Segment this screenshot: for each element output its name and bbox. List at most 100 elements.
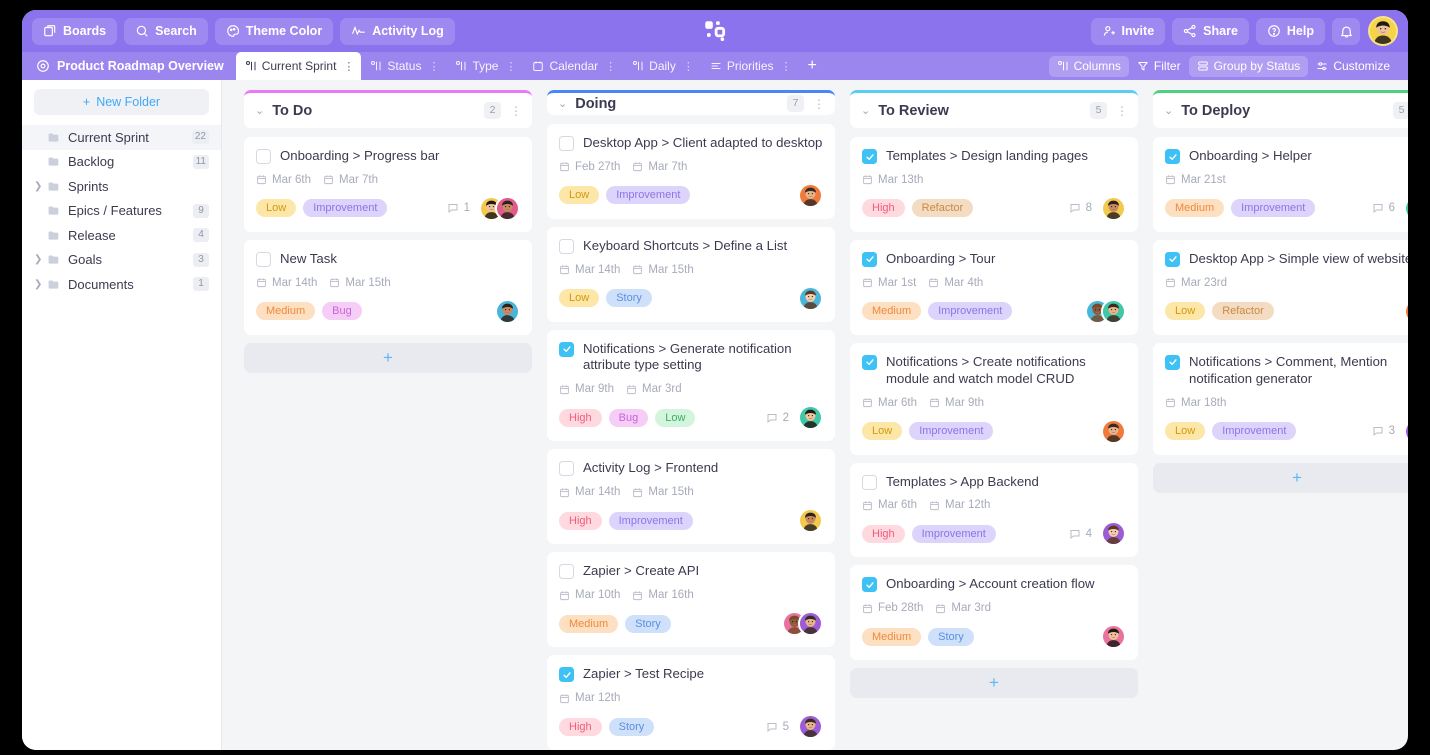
topbar-search-button[interactable]: Search: [124, 17, 208, 45]
task-tag[interactable]: Low: [559, 186, 600, 205]
column-menu-icon[interactable]: ⋮: [1116, 105, 1128, 117]
task-card[interactable]: Activity Log > Frontend Mar 14th Mar 15th H…: [547, 449, 835, 545]
avatar[interactable]: [1101, 521, 1126, 547]
avatar[interactable]: [798, 182, 823, 208]
task-checkbox[interactable]: [862, 577, 877, 593]
sidebar-item-epics-features[interactable]: Epics / Features 9: [22, 199, 221, 224]
add-card-button[interactable]: +: [850, 668, 1138, 699]
task-checkbox[interactable]: [559, 667, 574, 683]
task-tag[interactable]: Low: [559, 289, 600, 308]
sidebar-item-documents[interactable]: ❯ Documents 1: [22, 272, 221, 297]
task-checkbox[interactable]: [1165, 251, 1180, 267]
task-tag[interactable]: High: [559, 511, 602, 530]
task-card[interactable]: Notifications > Comment, Mention notific…: [1153, 342, 1408, 455]
chevron-down-icon[interactable]: ⌄: [558, 97, 567, 110]
avatar[interactable]: [798, 508, 823, 534]
topbar-boards-button[interactable]: Boards: [32, 17, 118, 45]
tab-current-sprint[interactable]: Current Sprint ⋮: [235, 52, 362, 80]
task-tag[interactable]: Story: [625, 614, 671, 633]
task-tag[interactable]: Improvement: [303, 199, 388, 218]
task-tag[interactable]: Improvement: [928, 302, 1013, 321]
toolbar-group-by-status-button[interactable]: Group by Status: [1188, 55, 1309, 77]
task-checkbox[interactable]: [256, 149, 271, 164]
task-tag[interactable]: Medium: [1165, 199, 1225, 218]
task-tag[interactable]: Improvement: [608, 511, 693, 530]
task-tag[interactable]: Medium: [256, 302, 316, 321]
topbar-activity-log-button[interactable]: Activity Log: [340, 17, 455, 45]
avatar[interactable]: [495, 195, 520, 221]
task-card[interactable]: Notifications > Create notifications mod…: [850, 342, 1138, 455]
tab-daily[interactable]: Daily ⋮: [623, 52, 701, 80]
task-card[interactable]: Onboarding > Account creation flow Feb 28…: [850, 565, 1138, 661]
task-tag[interactable]: Bug: [322, 302, 362, 321]
task-card[interactable]: Notifications > Generate notification at…: [547, 329, 835, 442]
topbar-share-button[interactable]: Share: [1172, 17, 1249, 45]
column-menu-icon[interactable]: ⋮: [510, 105, 522, 117]
column-menu-icon[interactable]: ⋮: [813, 98, 825, 110]
task-tag[interactable]: Story: [606, 289, 652, 308]
task-checkbox[interactable]: [256, 251, 271, 267]
add-card-button[interactable]: +: [1153, 462, 1408, 493]
sidebar-item-backlog[interactable]: Backlog 11: [22, 150, 221, 175]
task-tag[interactable]: Improvement: [1212, 422, 1297, 441]
task-tag[interactable]: Refactor: [911, 199, 974, 218]
task-card[interactable]: Zapier > Test Recipe Mar 12th High Story 5: [547, 655, 835, 750]
toolbar-columns-button[interactable]: Columns: [1048, 55, 1129, 77]
tab-menu-icon[interactable]: ⋮: [343, 60, 354, 73]
task-card[interactable]: Onboarding > Tour Mar 1st Mar 4th Medium Imp…: [850, 239, 1138, 335]
tab-calendar[interactable]: Calendar ⋮: [523, 52, 623, 80]
task-tag[interactable]: Medium: [862, 302, 922, 321]
avatar[interactable]: [798, 611, 823, 637]
task-tag[interactable]: Story: [928, 627, 974, 646]
task-tag[interactable]: Medium: [862, 627, 922, 646]
avatar[interactable]: [798, 285, 823, 311]
notification-bell-icon[interactable]: [1332, 17, 1360, 45]
toolbar-filter-button[interactable]: Filter: [1129, 56, 1189, 77]
task-tag[interactable]: Improvement: [1231, 199, 1316, 218]
task-tag[interactable]: Improvement: [606, 186, 691, 205]
task-checkbox[interactable]: [862, 474, 877, 490]
task-card[interactable]: Onboarding > Progress bar Mar 6th Mar 7th L…: [244, 137, 532, 232]
avatar[interactable]: [1404, 195, 1408, 221]
task-card[interactable]: Desktop App > Simple view of website Mar …: [1153, 239, 1408, 335]
tab-menu-icon[interactable]: ⋮: [781, 60, 792, 73]
avatar[interactable]: [1101, 195, 1126, 221]
sidebar-item-goals[interactable]: ❯ Goals 3: [22, 248, 221, 273]
task-card[interactable]: Onboarding > Helper Mar 21st Medium Improve…: [1153, 137, 1408, 232]
task-tag[interactable]: High: [559, 717, 602, 736]
chevron-down-icon[interactable]: ⌄: [255, 104, 264, 117]
task-checkbox[interactable]: [862, 354, 877, 370]
sidebar-item-current-sprint[interactable]: Current Sprint 22: [22, 125, 221, 150]
avatar[interactable]: [495, 298, 520, 324]
task-card[interactable]: Desktop App > Client adapted to desktop F…: [547, 123, 835, 219]
avatar[interactable]: [798, 714, 823, 739]
task-tag[interactable]: Improvement: [911, 524, 996, 543]
task-checkbox[interactable]: [1165, 149, 1180, 164]
task-checkbox[interactable]: [862, 251, 877, 267]
chevron-right-icon[interactable]: ❯: [34, 181, 47, 192]
chevron-right-icon[interactable]: ❯: [34, 279, 47, 290]
task-checkbox[interactable]: [862, 149, 877, 164]
task-tag[interactable]: High: [862, 524, 905, 543]
avatar[interactable]: [1101, 624, 1126, 650]
task-tag[interactable]: Low: [655, 408, 696, 427]
tab-menu-icon[interactable]: ⋮: [505, 60, 516, 73]
avatar[interactable]: [1101, 418, 1126, 444]
task-checkbox[interactable]: [559, 238, 574, 254]
task-checkbox[interactable]: [559, 135, 574, 151]
task-tag[interactable]: Low: [862, 422, 903, 441]
task-tag[interactable]: Story: [608, 717, 655, 736]
task-checkbox[interactable]: [559, 461, 574, 477]
chevron-down-icon[interactable]: ⌄: [1164, 104, 1173, 117]
toolbar-customize-button[interactable]: Customize: [1308, 56, 1398, 77]
avatar[interactable]: [798, 405, 823, 431]
task-checkbox[interactable]: [559, 564, 574, 580]
task-checkbox[interactable]: [1165, 354, 1180, 370]
chevron-down-icon[interactable]: ⌄: [861, 104, 870, 117]
tab-menu-icon[interactable]: ⋮: [605, 60, 616, 73]
task-tag[interactable]: Low: [1165, 422, 1206, 441]
task-checkbox[interactable]: [559, 341, 574, 357]
topbar-help-button[interactable]: Help: [1255, 17, 1325, 45]
tab-menu-icon[interactable]: ⋮: [683, 60, 694, 73]
tab-priorities[interactable]: Priorities ⋮: [701, 52, 799, 80]
